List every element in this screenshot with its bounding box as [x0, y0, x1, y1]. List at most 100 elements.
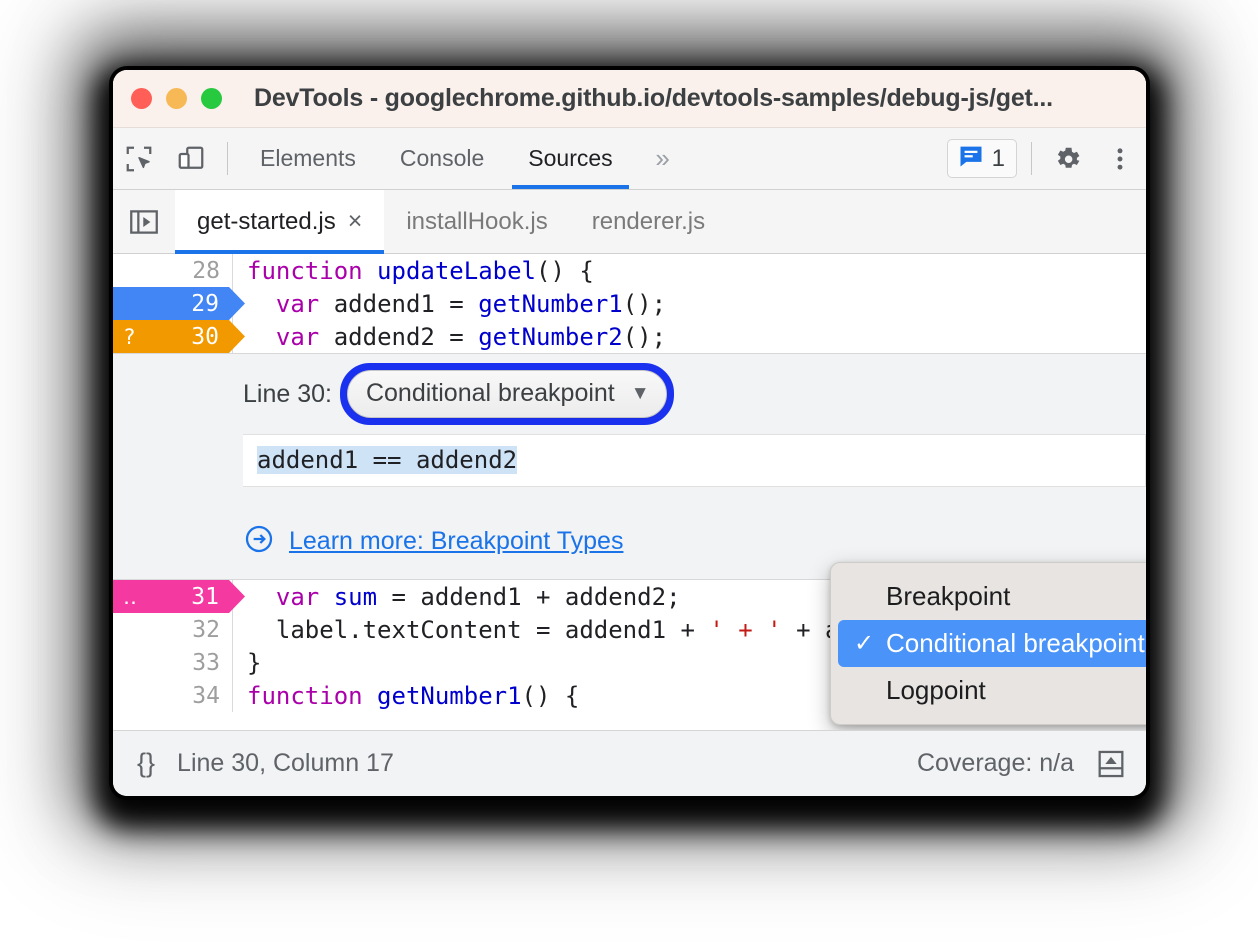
breakpoint-type-focus-ring: Conditional breakpoint ▼	[339, 363, 674, 425]
show-drawer-icon[interactable]	[1090, 747, 1128, 781]
file-tab-renderer[interactable]: renderer.js	[570, 190, 727, 253]
menu-item-label: Logpoint	[886, 675, 986, 705]
line-gutter[interactable]: ‥ 31	[113, 580, 233, 613]
three-dot-menu-icon[interactable]	[1094, 128, 1146, 189]
tab-console[interactable]: Console	[378, 128, 506, 189]
code-token: label.textContent = addend1 +	[247, 615, 710, 644]
gear-icon[interactable]	[1042, 128, 1094, 189]
code-token: ();	[622, 289, 667, 318]
breakpoint-type-menu[interactable]: Breakpoint ✓ Conditional breakpoint Logp…	[830, 562, 1146, 725]
cursor-position-label: Line 30, Column 17	[177, 749, 394, 777]
code-token: () {	[536, 256, 594, 285]
line-gutter[interactable]: 34	[113, 679, 233, 712]
code-line-30: ? 30 var addend2 = getNumber2 ();	[113, 320, 1146, 353]
code-text: var addend2 = getNumber2 ();	[233, 320, 1146, 353]
breakpoint-marker-29[interactable]: 29	[113, 287, 245, 320]
code-token: updateLabel	[377, 256, 536, 285]
editor-statusbar: {} Line 30, Column 17 Coverage: n/a	[113, 730, 1146, 796]
menu-item-label: Breakpoint	[886, 581, 1011, 611]
breakpoint-condition-input[interactable]: addend1 == addend2	[243, 434, 1146, 487]
tab-sources-label: Sources	[528, 145, 613, 171]
code-token: ' + '	[709, 615, 782, 644]
close-window-button[interactable]	[131, 88, 152, 109]
breakpoint-type-select[interactable]: Conditional breakpoint ▼	[346, 370, 667, 418]
menu-item-conditional-breakpoint[interactable]: ✓ Conditional breakpoint	[838, 620, 1146, 667]
arrow-circle-right-icon	[243, 523, 275, 559]
code-line-29: 29 var addend1 = getNumber1 ();	[113, 287, 1146, 320]
window-titlebar: DevTools - googlechrome.github.io/devtoo…	[113, 70, 1146, 128]
breakpoint-edit-widget: Line 30: Conditional breakpoint ▼ addend…	[113, 353, 1146, 580]
line-number: 29	[191, 290, 219, 317]
code-token: getNumber2	[478, 322, 623, 351]
show-navigator-icon[interactable]	[113, 205, 175, 239]
line-gutter[interactable]: 29	[113, 287, 233, 320]
line-number: 30	[191, 323, 219, 350]
code-token: function	[247, 256, 363, 285]
line-gutter[interactable]: 28	[113, 254, 233, 287]
line-number: 34	[192, 682, 220, 709]
file-tab-label: get-started.js	[197, 207, 336, 235]
code-token: addend2 =	[319, 322, 479, 351]
minimize-window-button[interactable]	[166, 88, 187, 109]
learn-more-label: Learn more: Breakpoint Types	[289, 526, 624, 555]
close-icon[interactable]: ×	[348, 209, 363, 234]
file-tab-get-started[interactable]: get-started.js ×	[175, 190, 385, 254]
conditional-breakpoint-marker-30[interactable]: ? 30	[113, 320, 245, 353]
line-gutter[interactable]: 33	[113, 646, 233, 679]
issues-button[interactable]: 1	[946, 139, 1017, 178]
file-tab-installhook[interactable]: installHook.js	[384, 190, 569, 253]
device-toolbar-icon[interactable]	[165, 128, 217, 189]
code-text: function updateLabel() {	[233, 254, 1146, 287]
code-token: var	[275, 289, 320, 318]
menu-item-logpoint[interactable]: Logpoint	[838, 667, 1146, 714]
menu-item-breakpoint[interactable]: Breakpoint	[838, 573, 1146, 620]
toolbar-divider	[227, 142, 228, 175]
learn-more-link[interactable]: Learn more: Breakpoint Types	[113, 523, 1146, 559]
tab-elements-label: Elements	[260, 145, 356, 171]
code-token: function	[247, 681, 363, 710]
more-panels-icon[interactable]: »	[635, 128, 691, 189]
code-token: ();	[622, 322, 667, 351]
code-token: sum	[333, 582, 378, 611]
breakpoint-expression-wrap: addend1 == addend2	[113, 434, 1146, 487]
file-tabstrip: get-started.js × installHook.js renderer…	[113, 190, 1146, 254]
line-number: 28	[192, 257, 220, 284]
conditional-breakpoint-glyph: ?	[123, 324, 136, 349]
inspect-element-icon[interactable]	[113, 128, 165, 189]
file-tab-label: installHook.js	[406, 207, 548, 235]
coverage-label: Coverage: n/a	[916, 749, 1074, 777]
tab-sources[interactable]: Sources	[506, 128, 634, 189]
window-title: DevTools - googlechrome.github.io/devtoo…	[254, 84, 1053, 112]
code-token: getNumber1	[377, 681, 522, 710]
check-icon: ✓	[854, 630, 875, 657]
code-line-28: 28 function updateLabel() {	[113, 254, 1146, 287]
devtools-main-toolbar: Elements Console Sources » 1	[113, 128, 1146, 190]
code-token: () {	[521, 681, 580, 710]
issues-message-icon	[957, 142, 985, 175]
tab-console-label: Console	[399, 145, 485, 171]
toolbar-divider-right	[1031, 142, 1032, 175]
chevron-double-right-icon: »	[655, 143, 670, 173]
code-text: var addend1 = getNumber1 ();	[233, 287, 1146, 320]
breakpoint-line-label: Line 30:	[243, 379, 332, 408]
line-gutter[interactable]: 32	[113, 613, 233, 646]
menu-item-label: Conditional breakpoint	[886, 628, 1145, 658]
issues-count: 1	[991, 144, 1005, 172]
maximize-window-button[interactable]	[201, 88, 222, 109]
logpoint-marker-31[interactable]: ‥ 31	[113, 580, 245, 613]
code-token: getNumber1	[478, 289, 623, 318]
pretty-print-icon[interactable]: {}	[131, 748, 161, 779]
code-token: var	[275, 582, 320, 611]
chevron-down-icon: ▼	[630, 382, 650, 404]
source-code-editor[interactable]: 28 function updateLabel() { 29 var adden…	[113, 254, 1146, 730]
tab-elements[interactable]: Elements	[238, 128, 378, 189]
line-gutter[interactable]: ? 30	[113, 320, 233, 353]
code-token: = addend1 + addend2;	[377, 582, 681, 611]
file-tab-label: renderer.js	[591, 207, 706, 235]
code-token: addend1 =	[319, 289, 479, 318]
